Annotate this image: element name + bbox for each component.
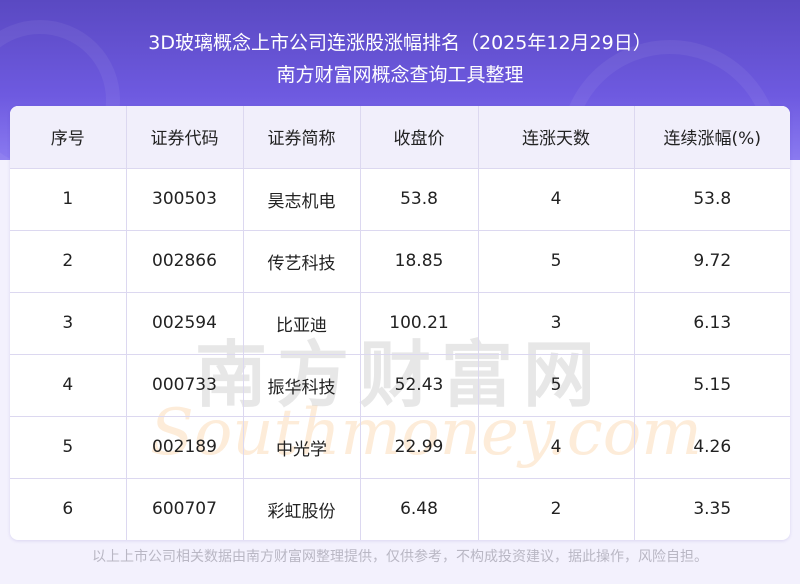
table-cell: 5 bbox=[478, 230, 635, 292]
table-cell: 18.85 bbox=[360, 230, 479, 292]
table-row: 1 300503 昊志机电 53.8 4 53.8 bbox=[10, 168, 790, 230]
table-cell: 5 bbox=[478, 354, 635, 416]
table-header-row: 序号 证券代码 证券简称 收盘价 连涨天数 连续涨幅(%) bbox=[10, 106, 790, 168]
ranking-table: 序号 证券代码 证券简称 收盘价 连涨天数 连续涨幅(%) 1 300503 昊志机电 53.8… bbox=[10, 106, 790, 540]
table-cell: 5 bbox=[10, 416, 127, 478]
table-cell: 4 bbox=[478, 168, 635, 230]
table-cell: 彩虹股份 bbox=[243, 478, 361, 540]
column-header: 证券简称 bbox=[243, 106, 361, 168]
table-cell: 4 bbox=[478, 416, 635, 478]
table-cell: 002866 bbox=[126, 230, 244, 292]
table-cell: 4 bbox=[10, 354, 127, 416]
table-cell: 5.15 bbox=[693, 375, 732, 395]
table-cell: 比亚迪 bbox=[243, 292, 361, 354]
table-cell: 振华科技 bbox=[243, 354, 361, 416]
table-cell: 000733 bbox=[126, 354, 244, 416]
table-cell: 1 bbox=[10, 168, 127, 230]
table-cell: 2 bbox=[10, 230, 127, 292]
table-row: 6 600707 彩虹股份 6.48 2 3.35 bbox=[10, 478, 790, 540]
table-cell: 昊志机电 bbox=[243, 168, 361, 230]
page-subtitle: 南方财富网概念查询工具整理 bbox=[276, 64, 524, 86]
table-cell: 9.72 bbox=[693, 251, 732, 271]
column-header: 连续涨幅(%) bbox=[663, 129, 761, 150]
table-cell: 53.8 bbox=[360, 168, 479, 230]
column-header: 序号 bbox=[10, 106, 127, 168]
table-cell: 4.26 bbox=[693, 437, 732, 457]
table-cell: 3 bbox=[10, 292, 127, 354]
page-title: 3D玻璃概念上市公司连涨股涨幅排名（2025年12月29日） bbox=[148, 32, 652, 54]
table-cell: 22.99 bbox=[360, 416, 479, 478]
table-cell: 002594 bbox=[126, 292, 244, 354]
table-row: 4 000733 振华科技 52.43 5 5.15 bbox=[10, 354, 790, 416]
table-cell: 002189 bbox=[126, 416, 244, 478]
table-cell: 3 bbox=[478, 292, 635, 354]
column-header: 连涨天数 bbox=[478, 106, 635, 168]
table-cell: 6 bbox=[10, 478, 127, 540]
column-header: 证券代码 bbox=[126, 106, 244, 168]
table-cell: 52.43 bbox=[360, 354, 479, 416]
table-cell: 传艺科技 bbox=[243, 230, 361, 292]
table-row: 3 002594 比亚迪 100.21 3 6.13 bbox=[10, 292, 790, 354]
table-cell: 6.48 bbox=[360, 478, 479, 540]
table-cell: 2 bbox=[478, 478, 635, 540]
table-row: 5 002189 中光学 22.99 4 4.26 bbox=[10, 416, 790, 478]
table-row: 2 002866 传艺科技 18.85 5 9.72 bbox=[10, 230, 790, 292]
table-cell: 53.8 bbox=[693, 189, 732, 209]
table-cell: 600707 bbox=[126, 478, 244, 540]
disclaimer: 以上上市公司相关数据由南方财富网整理提供，仅供参考，不构成投资建议，据此操作，风… bbox=[92, 549, 708, 565]
column-header: 收盘价 bbox=[360, 106, 479, 168]
table-cell: 300503 bbox=[126, 168, 244, 230]
table-cell: 3.35 bbox=[693, 499, 732, 519]
table-cell: 6.13 bbox=[693, 313, 732, 333]
ranking-table-card: 南方财富网 Southmoney.com 序号 证券代码 证券简称 收盘价 连涨天数 连续… bbox=[10, 106, 790, 540]
table-cell: 100.21 bbox=[360, 292, 479, 354]
table-cell: 中光学 bbox=[243, 416, 361, 478]
